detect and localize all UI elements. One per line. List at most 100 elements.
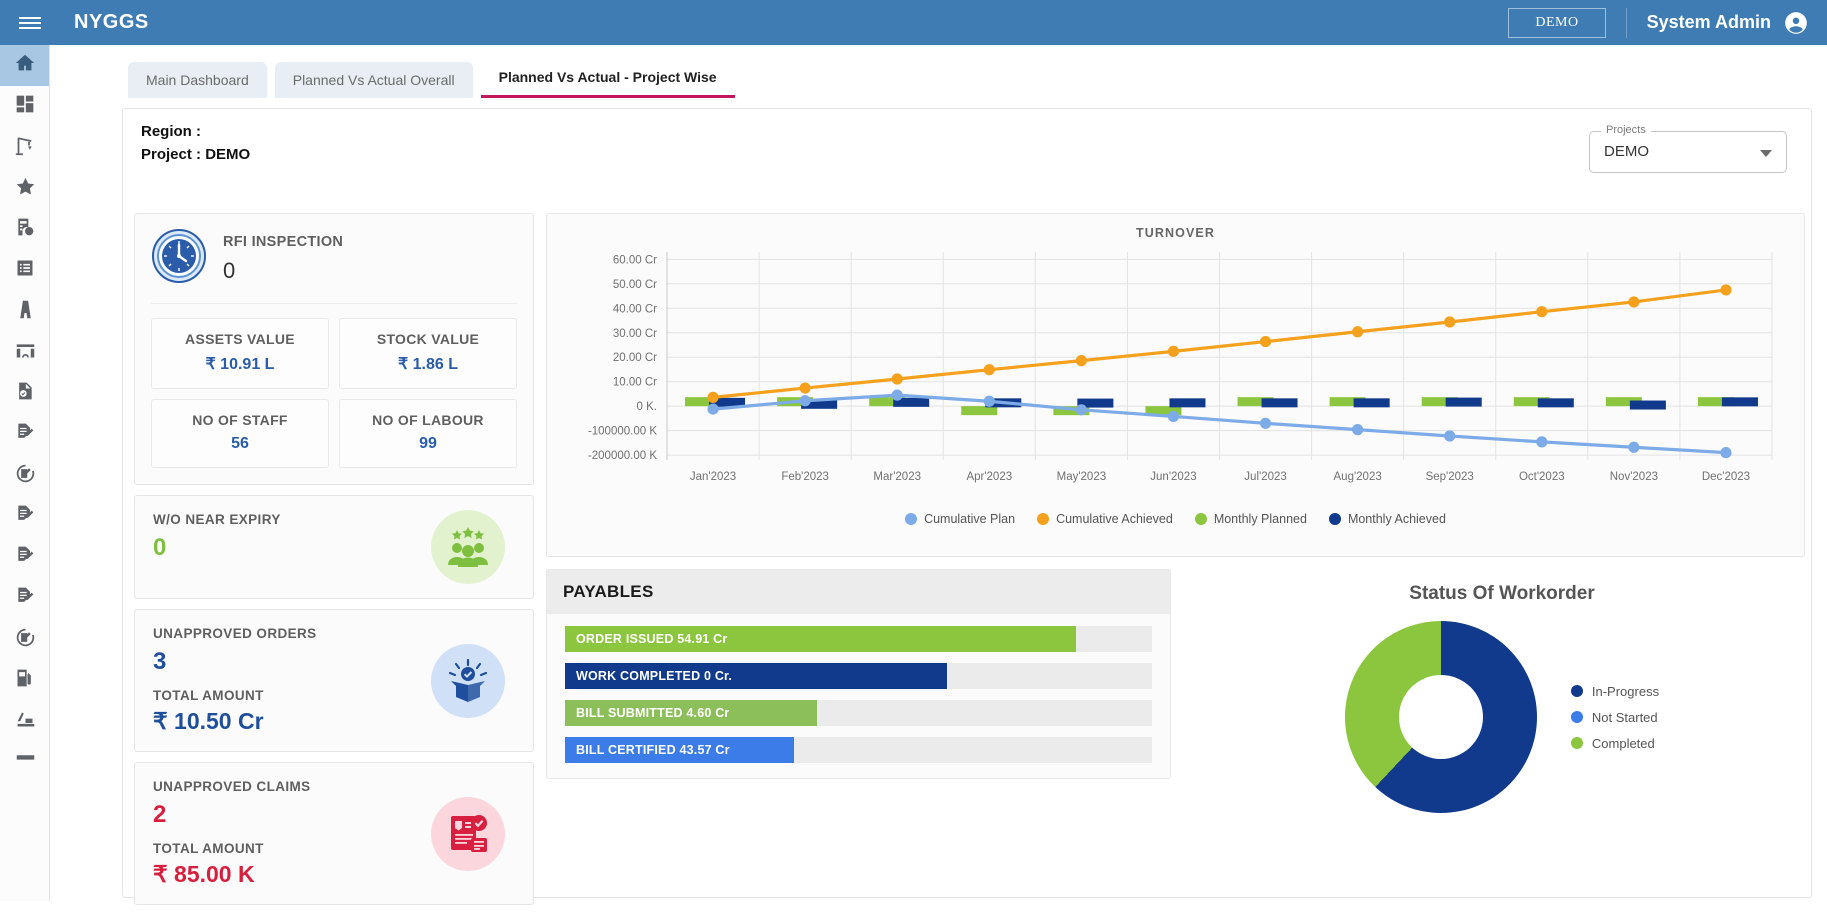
svg-text:Jun'2023: Jun'2023 [1150,471,1196,483]
app-brand-title: NYGGS [74,11,149,33]
main-content: Main Dashboard Planned Vs Actual Overall… [50,45,1827,905]
payables-title: PAYABLES [547,570,1170,614]
sidebar-item-document-check[interactable] [0,373,49,414]
legend-color-dot [1570,711,1583,723]
workorder-donut-chart[interactable] [1344,621,1537,813]
metric-no-of-labour[interactable]: NO OF LABOUR 99 [339,399,517,468]
sidebar-item-document-edit-3[interactable] [0,537,49,578]
payables-bar-label: BILL CERTIFIED 43.57 Cr [576,743,730,757]
open-box-check-icon [431,643,505,718]
sidebar-item-document-edit-history-2[interactable] [0,619,49,660]
projects-dropdown[interactable]: Projects DEMO [1589,124,1787,173]
payables-row-order-issued[interactable]: ORDER ISSUED 54.91 Cr [565,626,1152,652]
legend-in-progress[interactable]: In-Progress [1570,683,1660,699]
metric-value: ₹ 1.86 L [398,356,458,373]
sidebar-item-excavator[interactable] [0,701,49,742]
divider [1625,7,1627,38]
sidebar-item-document-edit-2[interactable] [0,496,49,537]
turnover-svg: 60.00 Cr 50.00 Cr 40.00 Cr 30.00 Cr 20.00 Cr… [588,252,1773,483]
legend-not-started[interactable]: Not Started [1570,709,1659,725]
billing-rupee-icon [15,217,35,242]
svg-text:-200000.00 K: -200000.00 K [588,450,657,462]
sidebar-item-document-edit-history-1[interactable] [0,455,49,496]
left-icon-sidebar[interactable] [0,45,50,901]
sidebar-item-billing[interactable] [0,209,49,250]
tab-main-dashboard[interactable]: Main Dashboard [128,62,267,98]
top-app-bar: NYGGS DEMO System Admin [0,0,1827,45]
wo-near-expiry-card[interactable]: W/O NEAR EXPIRY 0 [134,495,534,599]
sidebar-item-document-edit-4[interactable] [0,578,49,619]
user-name: System Admin [1646,12,1771,32]
legend-color-dot [1570,685,1583,697]
metric-label: ASSETS VALUE [185,331,295,347]
metric-no-of-staff[interactable]: NO OF STAFF 56 [151,399,329,468]
turnover-plot: 60.00 Cr 50.00 Cr 40.00 Cr 30.00 Cr 20.00 Cr… [547,240,1806,510]
svg-text:May'2023: May'2023 [1057,471,1107,483]
legend-label: Cumulative Achieved [1056,512,1173,526]
document-edit-icon [15,545,35,570]
tab-planned-vs-actual-overall[interactable]: Planned Vs Actual Overall [274,62,473,98]
unapproved-orders-card[interactable]: UNAPPROVED ORDERS 3 TOTAL AMOUNT ₹ 10.50… [134,609,534,752]
metric-value: ₹ 10.91 L [205,356,275,373]
svg-text:60.00 Cr: 60.00 Cr [613,254,657,266]
tab-planned-vs-actual-project-wise[interactable]: Planned Vs Actual - Project Wise [480,59,735,98]
demo-chip[interactable]: DEMO [1508,7,1606,38]
sidebar-item-favourites[interactable] [0,168,49,209]
payables-bars: ORDER ISSUED 54.91 Cr WORK COMPLETED 0 C… [547,614,1170,788]
projects-dropdown-value: DEMO [1604,143,1649,160]
legend-color-dot [1570,737,1583,749]
legend-cumulative-plan[interactable]: Cumulative Plan [905,512,1015,526]
legend-color-dot [1194,513,1207,525]
dashboard-panel: Region : Project : DEMO Projects DEMO RF… [122,108,1812,905]
dashboard-grid-icon [15,94,35,119]
account-circle-icon[interactable] [1783,10,1809,36]
bridge-icon [15,340,36,366]
payables-row-work-completed[interactable]: WORK COMPLETED 0 Cr. [565,663,1152,689]
sidebar-item-dashboard[interactable] [0,86,49,127]
legend-label: Not Started [1591,709,1658,725]
unapproved-claims-card[interactable]: UNAPPROVED CLAIMS 2 TOTAL AMOUNT ₹ 85.00… [134,762,534,905]
svg-text:20.00 Cr: 20.00 Cr [613,352,657,364]
sidebar-item-crane[interactable] [0,127,49,168]
chevron-down-icon[interactable] [1760,150,1772,157]
legend-completed[interactable]: Completed [1570,735,1659,751]
sidebar-item-bridge[interactable] [0,332,49,373]
payables-bar-label: BILL SUBMITTED 4.60 Cr [576,706,730,720]
payables-row-bill-certified[interactable]: BILL CERTIFIED 43.57 Cr [565,737,1152,763]
claim-document-icon [431,796,505,871]
project-value: DEMO [205,146,251,163]
metric-grid: ASSETS VALUE ₹ 10.91 L STOCK VALUE ₹ 1.8… [151,318,517,468]
hamburger-icon[interactable] [0,14,60,32]
card-label: UNAPPROVED ORDERS [153,626,317,641]
legend-cumulative-achieved[interactable]: Cumulative Achieved [1037,512,1173,526]
sidebar-item-highway[interactable] [0,291,49,332]
document-edit-icon [15,586,35,611]
legend-monthly-achieved[interactable]: Monthly Achieved [1328,512,1446,526]
svg-text:Feb'2023: Feb'2023 [781,471,829,483]
legend-label: Completed [1591,735,1655,751]
metric-label: NO OF STAFF [192,412,288,428]
document-edit-history-icon [15,627,36,653]
svg-text:Mar'2023: Mar'2023 [873,471,921,483]
legend-label: Monthly Achieved [1347,512,1446,526]
sidebar-item-home[interactable] [0,45,49,86]
projects-dropdown-label: Projects [1601,124,1651,136]
sidebar-item-list[interactable] [0,250,49,291]
payables-row-bill-submitted[interactable]: BILL SUBMITTED 4.60 Cr [565,700,1152,726]
clock-icon [151,228,207,289]
legend-monthly-planned[interactable]: Monthly Planned [1194,512,1307,526]
payables-bar-label: WORK COMPLETED 0 Cr. [576,669,733,683]
svg-text:10.00 Cr: 10.00 Cr [613,377,657,389]
sidebar-item-road-roller[interactable] [0,742,49,783]
legend-label: In-Progress [1591,683,1660,699]
sidebar-item-fuel[interactable] [0,660,49,701]
svg-text:Apr'2023: Apr'2023 [966,471,1012,483]
turnover-chart-card: TURNOVER 60.00 Cr 50.00 Cr 40.00 Cr 30.00 C… [546,213,1805,557]
metric-value: 56 [231,435,249,452]
metric-stock-value[interactable]: STOCK VALUE ₹ 1.86 L [339,318,517,389]
metric-value: 99 [419,435,437,452]
svg-text:Jul'2023: Jul'2023 [1244,471,1286,483]
sidebar-item-document-edit-1[interactable] [0,414,49,455]
metric-assets-value[interactable]: ASSETS VALUE ₹ 10.91 L [151,318,329,389]
card-label: UNAPPROVED CLAIMS [153,779,311,794]
